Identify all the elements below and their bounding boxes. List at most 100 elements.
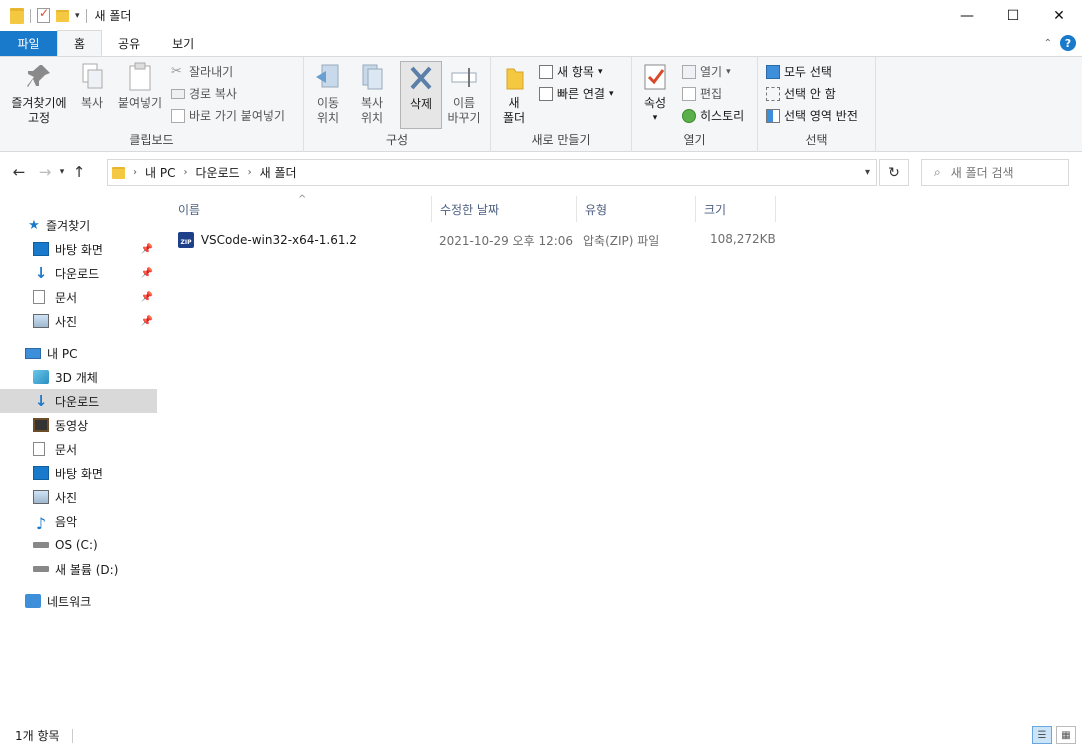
- nav-label: 동영상: [55, 418, 89, 433]
- window-title: 새 폴더: [94, 9, 132, 23]
- tab-file[interactable]: 파일: [0, 31, 57, 56]
- refresh-button[interactable]: ↻: [879, 159, 909, 186]
- new-item-button[interactable]: 새 항목 ▾: [539, 63, 602, 80]
- details-view-button[interactable]: ☰: [1032, 726, 1052, 744]
- tab-home[interactable]: 홈: [57, 30, 103, 56]
- new-folder-icon[interactable]: [56, 9, 69, 22]
- edit-icon: [682, 86, 696, 101]
- copy-button[interactable]: 복사: [74, 61, 110, 111]
- new-folder-button[interactable]: 새 폴더: [497, 61, 531, 126]
- forward-arrow-icon[interactable]: →: [34, 163, 56, 181]
- chevron-right-icon[interactable]: ›: [248, 167, 252, 178]
- nav-item-desktop-pinned[interactable]: 바탕 화면 📌: [0, 237, 157, 261]
- nav-item-downloads[interactable]: ↓ 다운로드: [0, 389, 157, 413]
- item-count: 1개 항목: [15, 729, 60, 743]
- table-row[interactable]: ZIP VSCode-win32-x64-1.61.2 2021-10-29 오…: [170, 228, 780, 250]
- file-list: ^ 이름 수정한 날짜 유형 크기 ZIP VSCode-win32-x64-1…: [170, 194, 1080, 716]
- divider: [71, 728, 73, 743]
- properties-icon[interactable]: [37, 6, 50, 23]
- tab-view[interactable]: 보기: [156, 31, 210, 56]
- chevron-down-icon[interactable]: ▾: [865, 167, 870, 178]
- minimize-button[interactable]: —: [944, 0, 990, 31]
- cut-button[interactable]: ✂ 잘라내기: [171, 63, 233, 80]
- pin-to-quick-access-button[interactable]: 즐겨찾기에 고정: [6, 61, 72, 126]
- chevron-right-icon[interactable]: ›: [133, 167, 137, 178]
- clipboard-group: 즐겨찾기에 고정 복사 붙여넣기 ✂ 잘라내기 경로 복사 바로 가기 붙여넣기…: [0, 57, 304, 152]
- nav-label: 사진: [55, 490, 78, 505]
- large-icons-view-button[interactable]: ▦: [1056, 726, 1076, 744]
- nav-item-desktop[interactable]: 바탕 화면: [0, 461, 157, 485]
- nav-label: 3D 개체: [55, 370, 98, 385]
- maximize-button[interactable]: ☐: [990, 0, 1036, 31]
- select-none-button[interactable]: 선택 안 함: [766, 85, 836, 102]
- invert-selection-button[interactable]: 선택 영역 반전: [766, 107, 858, 124]
- network-icon: [25, 594, 41, 608]
- breadcrumb-this-pc[interactable]: 내 PC: [145, 164, 175, 181]
- nav-label: 바탕 화면: [55, 466, 103, 481]
- history-button[interactable]: 히스토리: [682, 107, 744, 124]
- recent-locations-icon[interactable]: ▾: [56, 167, 68, 177]
- nav-item-documents-pinned[interactable]: 문서 📌: [0, 285, 157, 309]
- paste-button[interactable]: 붙여넣기: [114, 61, 166, 111]
- column-header-modified[interactable]: 수정한 날짜: [432, 196, 577, 222]
- breadcrumb-new-folder[interactable]: 새 폴더: [260, 164, 297, 181]
- paste-shortcut-icon: [171, 108, 185, 123]
- nav-item-downloads-pinned[interactable]: ↓ 다운로드 📌: [0, 261, 157, 285]
- nav-label: 다운로드: [55, 394, 100, 409]
- address-bar[interactable]: › 내 PC › 다운로드 › 새 폴더 ▾: [107, 159, 877, 186]
- move-to-button[interactable]: 이동 위치: [308, 61, 348, 126]
- back-arrow-icon[interactable]: ←: [8, 163, 30, 181]
- tab-share[interactable]: 공유: [102, 31, 156, 56]
- help-icon[interactable]: ?: [1060, 35, 1076, 51]
- nav-item-drive-c[interactable]: OS (C:): [0, 533, 157, 557]
- nav-this-pc[interactable]: 내 PC: [0, 341, 157, 365]
- delete-icon: [410, 66, 432, 90]
- column-header-size[interactable]: 크기: [696, 196, 776, 222]
- paste-shortcut-label: 바로 가기 붙여넣기: [189, 109, 285, 123]
- file-name-cell: ZIP VSCode-win32-x64-1.61.2: [178, 232, 357, 248]
- nav-item-drive-d[interactable]: 새 볼륨 (D:): [0, 557, 157, 581]
- open-button[interactable]: 열기 ▾: [682, 63, 731, 80]
- delete-button[interactable]: 삭제: [400, 61, 442, 129]
- nav-network[interactable]: 네트워크: [0, 589, 157, 613]
- rename-button[interactable]: 이름 바꾸기: [444, 61, 484, 126]
- rename-icon: [451, 68, 477, 87]
- edit-button[interactable]: 편집: [682, 85, 722, 102]
- nav-item-pictures[interactable]: 사진: [0, 485, 157, 509]
- new-folder-icon: [506, 68, 524, 90]
- nav-item-3d-objects[interactable]: 3D 개체: [0, 365, 157, 389]
- rename-label: 이름 바꾸기: [447, 96, 481, 125]
- nav-label: 문서: [55, 290, 78, 305]
- easy-access-button[interactable]: 빠른 연결 ▾: [539, 85, 614, 102]
- nav-item-music[interactable]: ♪ 음악: [0, 509, 157, 533]
- close-button[interactable]: ✕: [1036, 0, 1082, 31]
- select-group: 모두 선택 선택 안 함 선택 영역 반전 선택: [758, 57, 876, 152]
- pin-icon: 📌: [140, 267, 153, 279]
- search-input[interactable]: [950, 165, 1061, 180]
- column-header-type[interactable]: 유형: [577, 196, 696, 222]
- breadcrumb-downloads[interactable]: 다운로드: [195, 164, 239, 181]
- edit-label: 편집: [700, 87, 723, 101]
- history-icon: [682, 108, 696, 123]
- copy-to-button[interactable]: 복사 위치: [352, 61, 392, 126]
- properties-button[interactable]: 속성 ▾: [638, 61, 672, 126]
- nav-item-videos[interactable]: 동영상: [0, 413, 157, 437]
- up-arrow-icon[interactable]: ↑: [68, 163, 90, 181]
- select-all-button[interactable]: 모두 선택: [766, 63, 832, 80]
- chevron-right-icon[interactable]: ›: [183, 167, 187, 178]
- chevron-down-icon: ▾: [726, 66, 731, 77]
- column-header-name[interactable]: 이름: [170, 196, 432, 222]
- nav-quick-access[interactable]: ★ 즐겨찾기: [0, 213, 157, 237]
- collapse-ribbon-icon[interactable]: ⌃: [1044, 38, 1052, 49]
- chevron-down-icon: ▾: [597, 66, 603, 77]
- search-box[interactable]: ⌕: [921, 159, 1069, 186]
- paste-shortcut-button[interactable]: 바로 가기 붙여넣기: [171, 107, 285, 124]
- nav-item-documents[interactable]: 문서: [0, 437, 157, 461]
- select-none-label: 선택 안 함: [784, 87, 836, 101]
- customize-toolbar-icon[interactable]: ▾: [75, 11, 80, 21]
- nav-label: 문서: [55, 442, 78, 457]
- copy-path-button[interactable]: 경로 복사: [171, 85, 237, 102]
- chevron-down-icon: ▾: [652, 113, 658, 123]
- nav-item-pictures-pinned[interactable]: 사진 📌: [0, 309, 157, 333]
- pin-icon: 📌: [140, 291, 153, 303]
